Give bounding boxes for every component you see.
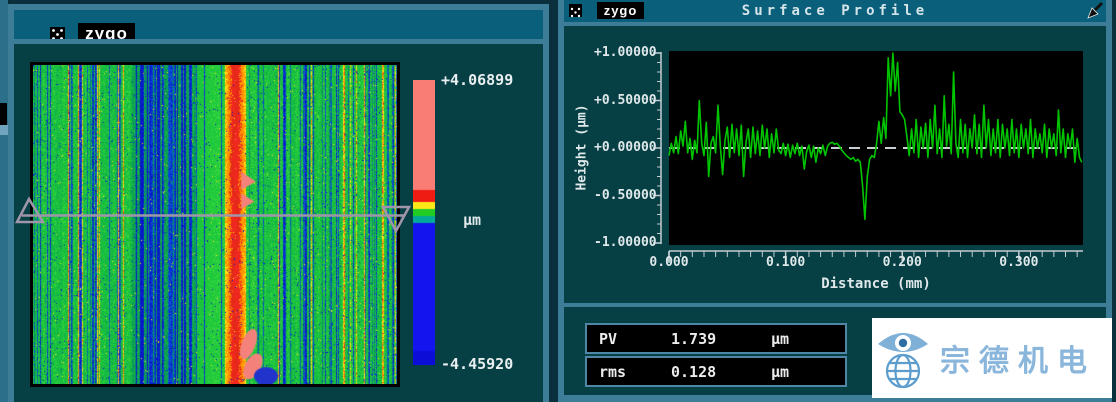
surface-height-map[interactable] <box>30 62 400 387</box>
x-axis-label: Distance (mm) <box>776 276 976 292</box>
eye-globe-icon <box>872 324 934 392</box>
y-tick-label: -0.50000 <box>594 188 656 204</box>
background-highlight <box>0 125 8 135</box>
window-title: Surface Profile <box>564 3 1106 19</box>
zygo-metropro-desktop: zygo +4.06899 µm -4.45920 <box>0 0 1116 402</box>
watermark-text: 宗德机电 <box>940 336 1096 380</box>
pushpin-icon[interactable] <box>1085 1 1105 21</box>
rms-unit: µm <box>771 363 845 381</box>
colorbar-unit-label: µm <box>463 211 481 229</box>
profile-plot-panel: Height (µm) Distance (mm) +1.00000+0.500… <box>564 26 1106 303</box>
pv-value: 1.739 <box>671 330 771 348</box>
pv-label: PV <box>587 330 671 348</box>
x-tick-label: 0.100 <box>756 255 816 271</box>
surface-profile-titlebar[interactable]: zygo Surface Profile <box>564 0 1106 22</box>
window-border-right <box>543 4 549 402</box>
y-tick-label: +0.00000 <box>594 140 656 156</box>
rms-value: 0.128 <box>671 363 771 381</box>
pv-unit: µm <box>771 330 845 348</box>
x-tick-label: 0.000 <box>639 255 699 271</box>
y-tick-label: +0.50000 <box>594 93 656 109</box>
surface-map-canvas <box>33 65 397 384</box>
colorbar-min-label: -4.45920 <box>441 355 513 373</box>
x-tick-label: 0.300 <box>989 255 1049 271</box>
surface-map-window: zygo +4.06899 µm -4.45920 <box>8 0 549 402</box>
colorbar <box>413 80 435 365</box>
colorbar-max-label: +4.06899 <box>441 71 513 89</box>
pv-readout: PV 1.739 µm <box>585 323 847 354</box>
surface-map-titlebar[interactable]: zygo <box>14 10 543 39</box>
y-tick-label: +1.00000 <box>594 45 656 61</box>
rms-label: rms <box>587 363 671 381</box>
watermark-logo: 宗德机电 <box>872 318 1112 398</box>
x-tick-label: 0.200 <box>872 255 932 271</box>
rms-readout: rms 0.128 µm <box>585 356 847 387</box>
background-glyph <box>0 103 7 125</box>
y-tick-label: -1.00000 <box>594 235 656 251</box>
